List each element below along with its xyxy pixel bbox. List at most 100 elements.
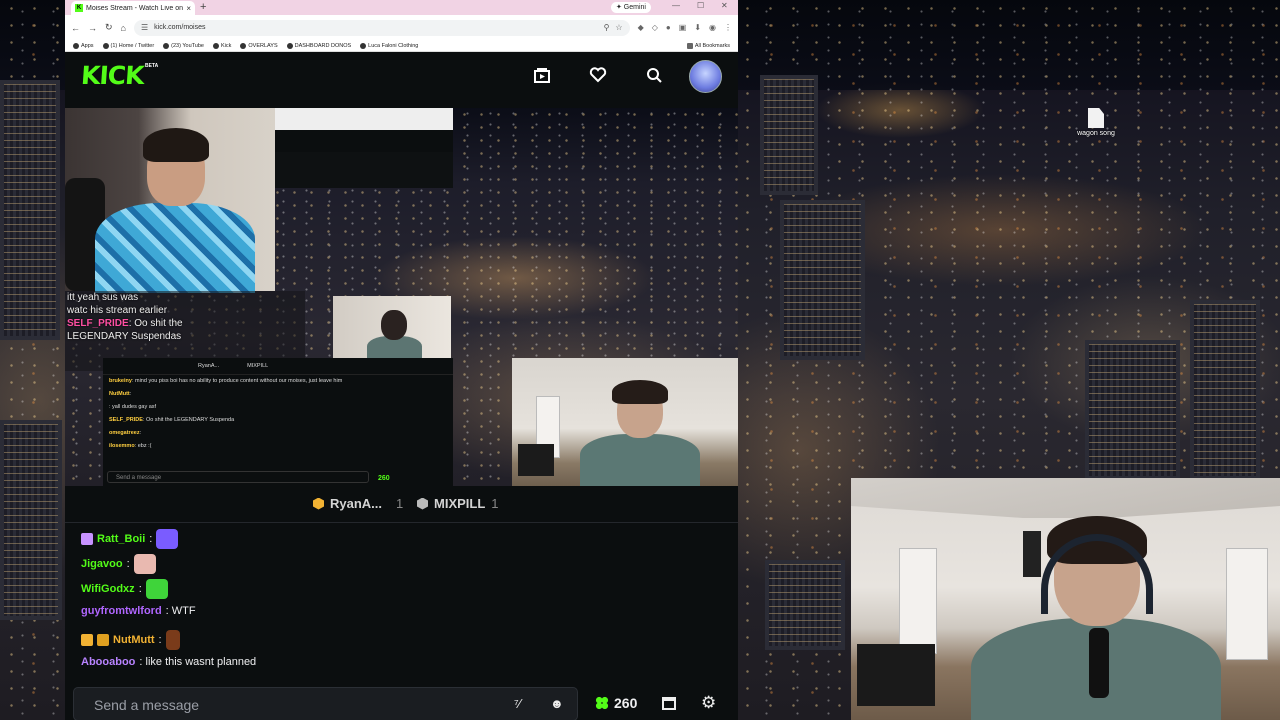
nested-chat-line: brukeiny: mind you piss boi has no abili… — [109, 378, 343, 384]
new-tab-button[interactable]: + — [200, 1, 206, 13]
kick-header: KICK BETA — [65, 52, 738, 99]
downloads-icon[interactable]: ⬇ — [694, 23, 701, 32]
chat-text: : like this wasnt planned — [139, 656, 257, 668]
bookmark-item[interactable]: Kick — [212, 42, 231, 49]
bookmark-item[interactable]: (23) YouTube — [163, 42, 204, 49]
wallpaper-building — [0, 420, 62, 620]
slash-command-icon[interactable]: ⁷⁄ — [514, 696, 521, 711]
tab-moises-stream[interactable]: K Moises Stream - Watch Live on × — [71, 1, 195, 15]
chat-text: : — [138, 583, 142, 595]
extension-icon[interactable]: ◇ — [652, 23, 658, 32]
gift-tab-name: RyanA... — [330, 496, 383, 511]
bookmark-label: (1) Home / Twitter — [110, 42, 155, 49]
gift-tab-mixpill[interactable]: MIXPILL 1 — [417, 496, 499, 511]
wallpaper-building — [765, 560, 845, 650]
overlay-chat-line: watc his stream earlier — [67, 305, 168, 316]
bookmark-label: DASHBOARD DONOS — [294, 42, 352, 49]
all-bookmarks[interactable]: All Bookmarks — [686, 42, 730, 49]
bookmark-star-icon[interactable]: ☆ — [615, 23, 622, 32]
bookmark-item[interactable]: (1) Home / Twitter — [102, 42, 155, 49]
chat-message-input[interactable]: Send a message ⁷⁄ ☻ — [73, 687, 578, 720]
search-icon[interactable] — [645, 66, 663, 84]
nested-webcam — [333, 296, 451, 362]
zoom-icon[interactable]: ⚲ — [604, 23, 610, 32]
subscriber-badge-icon — [81, 533, 93, 545]
emote-icon — [156, 529, 179, 549]
extension-icon[interactable]: ◆ — [638, 23, 644, 32]
heart-icon[interactable] — [589, 66, 607, 84]
channel-points[interactable]: 260 — [595, 695, 637, 711]
bookmark-label: Luca Faloni Clothing — [368, 42, 419, 49]
chat-username[interactable]: Abooaboo — [81, 656, 135, 668]
bookmark-label: (23) YouTube — [171, 42, 204, 49]
black-box — [857, 644, 935, 706]
home-icon[interactable]: ⌂ — [121, 23, 126, 33]
gift-badge-icon — [81, 634, 93, 646]
profile-icon[interactable]: ◉ — [709, 23, 716, 32]
bookmark-item[interactable]: OVERLAYS — [240, 42, 278, 49]
chat-username[interactable]: Ratt_Boii — [97, 533, 145, 545]
kick-logo[interactable]: KICK — [80, 61, 144, 90]
chat-username[interactable]: Jigavoo — [81, 558, 123, 570]
all-bookmarks-label: All Bookmarks — [694, 42, 730, 49]
site-info-icon[interactable]: ☰ — [141, 23, 148, 32]
chat-username[interactable]: guyfromtwlford — [81, 605, 162, 617]
chat-message: Jigavoo: — [81, 554, 156, 574]
nested-chat-capture: RyanA... MIXPILL brukeiny: mind you piss… — [103, 358, 453, 486]
subscriber-badge-icon — [97, 634, 109, 646]
following-icon[interactable] — [533, 66, 551, 84]
stream-video-player[interactable]: itt yeah sus was watc his stream earlier… — [65, 108, 738, 486]
twitter-icon — [102, 42, 109, 49]
gift-tab-ryana[interactable]: RyanA... 1 — [313, 496, 403, 511]
gift-tab-count: 1 — [491, 496, 499, 511]
close-tab-icon[interactable]: × — [186, 4, 191, 13]
globe-icon — [286, 42, 293, 49]
browser-window: K Moises Stream - Watch Live on × + ✦ Ge… — [65, 0, 738, 720]
bookmark-item[interactable]: Luca Faloni Clothing — [360, 42, 419, 49]
nested-tab: MIXPILL — [247, 363, 269, 369]
wallpaper-building — [780, 200, 865, 360]
desktop-file-icon[interactable]: wagon song — [1076, 108, 1116, 137]
chat-username[interactable]: NutMutt — [113, 634, 155, 646]
store-icon[interactable] — [662, 697, 676, 710]
back-icon[interactable]: ← — [71, 23, 80, 33]
kick-favicon-icon: K — [75, 4, 83, 12]
chat-messages: Ratt_Boii: Jigavoo: WifiGodxz: guyfromtw… — [65, 523, 738, 683]
green-emote-icon — [145, 579, 168, 599]
chat-input-row: Send a message ⁷⁄ ☻ 260 ⚙ — [65, 683, 738, 720]
menu-kebab-icon[interactable]: ⋮ — [724, 23, 732, 32]
extension-icon[interactable]: ● — [666, 23, 671, 32]
forward-icon[interactable]: → — [88, 23, 97, 33]
user-avatar[interactable] — [689, 60, 722, 93]
person-body — [580, 434, 700, 486]
bookmark-item[interactable]: Apps — [73, 42, 94, 49]
close-window-icon[interactable]: ✕ — [721, 1, 728, 10]
folder-icon — [686, 42, 693, 49]
nested-points: 260 — [378, 475, 390, 482]
gift-tab-name: MIXPILL — [434, 496, 486, 511]
nested-browser-capture — [275, 108, 453, 188]
reload-icon[interactable]: ↻ — [105, 22, 113, 33]
maximize-icon[interactable]: ☐ — [697, 1, 704, 10]
bookmark-item[interactable]: DASHBOARD DONOS — [286, 42, 352, 49]
file-icon — [1088, 108, 1104, 128]
wall-fixture — [1023, 531, 1041, 577]
chat-username[interactable]: WifiGodxz — [81, 583, 135, 595]
emoji-icon[interactable]: ☻ — [550, 696, 564, 711]
address-bar[interactable]: ☰ kick.com/moises ⚲ ☆ — [133, 19, 630, 36]
nested-chat-input: Send a message — [107, 471, 369, 483]
chat-settings-gear-icon[interactable]: ⚙ — [701, 694, 716, 711]
streamer-webcam — [65, 108, 275, 293]
person-head — [381, 310, 407, 340]
nested-chat-line: ilosemmo: ebz :( — [109, 443, 152, 449]
chat-message: Ratt_Boii: — [81, 529, 179, 549]
wallpaper-building — [1190, 300, 1260, 480]
nested-chat-tabs: RyanA... MIXPILL — [103, 358, 453, 375]
minimize-icon[interactable]: — — [672, 1, 680, 10]
wallpaper-building — [0, 80, 60, 340]
extensions-puzzle-icon[interactable]: ▣ — [679, 23, 687, 32]
hexagon-badge-icon — [417, 497, 428, 510]
gemini-button[interactable]: ✦ Gemini — [611, 2, 651, 13]
youtube-icon — [163, 42, 170, 49]
nested-toolbar — [275, 108, 453, 130]
